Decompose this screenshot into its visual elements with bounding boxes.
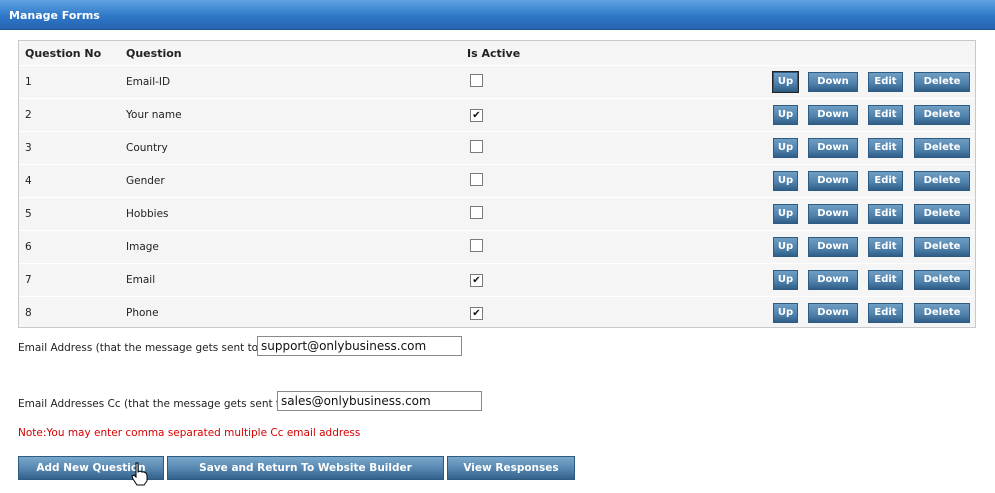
table-row: 3 Country Up Down Edit Delete <box>19 131 975 165</box>
is-active-checkbox[interactable] <box>470 239 483 252</box>
question-no: 7 <box>19 263 120 297</box>
delete-button[interactable]: Delete <box>914 171 970 191</box>
is-active-checkbox[interactable] <box>470 140 483 153</box>
question-text: Country <box>120 131 461 165</box>
edit-button[interactable]: Edit <box>868 72 903 92</box>
table-row: 5 Hobbies Up Down Edit Delete <box>19 197 975 231</box>
column-header-question: Question <box>126 46 182 60</box>
table-row: 2 Your name ✔ Up Down Edit Delete <box>19 98 975 132</box>
hand-pointer-icon <box>131 462 148 486</box>
is-active-cell: ✔ <box>461 98 767 132</box>
down-button[interactable]: Down <box>808 171 858 191</box>
is-active-cell <box>461 230 767 264</box>
edit-button[interactable]: Edit <box>868 105 903 125</box>
down-button[interactable]: Down <box>808 237 858 257</box>
question-text: Hobbies <box>120 197 461 231</box>
up-button[interactable]: Up <box>773 138 798 158</box>
email-address-input[interactable] <box>257 336 462 356</box>
question-text: Gender <box>120 164 461 198</box>
delete-button[interactable]: Delete <box>914 72 970 92</box>
edit-button[interactable]: Edit <box>868 204 903 224</box>
table-row: 6 Image Up Down Edit Delete <box>19 230 975 264</box>
question-no: 6 <box>19 230 120 264</box>
email-cc-input[interactable] <box>277 391 482 411</box>
is-active-cell: ✔ <box>461 263 767 297</box>
is-active-cell <box>461 131 767 165</box>
table-row: 4 Gender Up Down Edit Delete <box>19 164 975 198</box>
table-row: 7 Email ✔ Up Down Edit Delete <box>19 263 975 297</box>
page-title: Manage Forms <box>9 9 100 22</box>
question-no: 2 <box>19 98 120 132</box>
is-active-cell <box>461 197 767 231</box>
up-button[interactable]: Up <box>773 171 798 191</box>
save-and-return-button[interactable]: Save and Return To Website Builder <box>167 456 444 480</box>
question-no: 4 <box>19 164 120 198</box>
row-actions: Up Down Edit Delete <box>767 263 975 297</box>
delete-button[interactable]: Delete <box>914 303 970 323</box>
question-text: Email-ID <box>120 65 461 99</box>
is-active-checkbox[interactable] <box>470 173 483 186</box>
up-button[interactable]: Up <box>773 303 798 323</box>
row-actions: Up Down Edit Delete <box>767 131 975 165</box>
is-active-checkbox[interactable] <box>470 74 483 87</box>
is-active-cell <box>461 164 767 198</box>
table-row: 8 Phone ✔ Up Down Edit Delete <box>19 296 975 329</box>
is-active-checkbox[interactable] <box>470 206 483 219</box>
row-actions: Up Down Edit Delete <box>767 65 975 99</box>
down-button[interactable]: Down <box>808 270 858 290</box>
table-row: 1 Email-ID Up Down Edit Delete <box>19 65 975 99</box>
question-no: 3 <box>19 131 120 165</box>
edit-button[interactable]: Edit <box>868 303 903 323</box>
email-address-label: Email Address (that the message gets sen… <box>18 342 275 354</box>
email-cc-label: Email Addresses Cc (that the message get… <box>18 398 298 410</box>
up-button[interactable]: Up <box>773 270 798 290</box>
row-actions: Up Down Edit Delete <box>767 164 975 198</box>
delete-button[interactable]: Delete <box>914 204 970 224</box>
up-button[interactable]: Up <box>773 204 798 224</box>
edit-button[interactable]: Edit <box>868 270 903 290</box>
is-active-cell <box>461 65 767 99</box>
row-actions: Up Down Edit Delete <box>767 197 975 231</box>
question-text: Email <box>120 263 461 297</box>
down-button[interactable]: Down <box>808 72 858 92</box>
column-header-is-active: Is Active <box>467 46 521 60</box>
edit-button[interactable]: Edit <box>868 171 903 191</box>
up-button[interactable]: Up <box>773 105 798 125</box>
edit-button[interactable]: Edit <box>868 138 903 158</box>
question-no: 8 <box>19 296 120 329</box>
down-button[interactable]: Down <box>808 303 858 323</box>
question-no: 1 <box>19 65 120 99</box>
up-button[interactable]: Up <box>773 237 798 257</box>
column-header-actions <box>767 41 975 66</box>
delete-button[interactable]: Delete <box>914 105 970 125</box>
delete-button[interactable]: Delete <box>914 270 970 290</box>
table-header-row: Question No Question Is Active <box>19 41 975 66</box>
view-responses-button[interactable]: View Responses <box>447 456 575 480</box>
is-active-checkbox[interactable]: ✔ <box>470 273 483 287</box>
down-button[interactable]: Down <box>808 138 858 158</box>
up-button[interactable]: Up <box>772 71 799 93</box>
delete-button[interactable]: Delete <box>914 138 970 158</box>
question-text: Image <box>120 230 461 264</box>
questions-table: Question No Question Is Active 1 Email-ID… <box>18 40 976 329</box>
cc-note: Note:You may enter comma separated multi… <box>18 427 361 439</box>
panel-header: Manage Forms <box>0 0 995 30</box>
question-no: 5 <box>19 197 120 231</box>
row-actions: Up Down Edit Delete <box>767 98 975 132</box>
column-header-question-no: Question No <box>25 46 102 60</box>
is-active-cell: ✔ <box>461 296 767 329</box>
is-active-checkbox[interactable]: ✔ <box>470 108 483 122</box>
is-active-checkbox[interactable]: ✔ <box>470 306 483 320</box>
down-button[interactable]: Down <box>808 204 858 224</box>
edit-button[interactable]: Edit <box>868 237 903 257</box>
row-actions: Up Down Edit Delete <box>767 296 975 329</box>
row-actions: Up Down Edit Delete <box>767 230 975 264</box>
down-button[interactable]: Down <box>808 105 858 125</box>
question-text: Phone <box>120 296 461 329</box>
question-text: Your name <box>120 98 461 132</box>
delete-button[interactable]: Delete <box>914 237 970 257</box>
